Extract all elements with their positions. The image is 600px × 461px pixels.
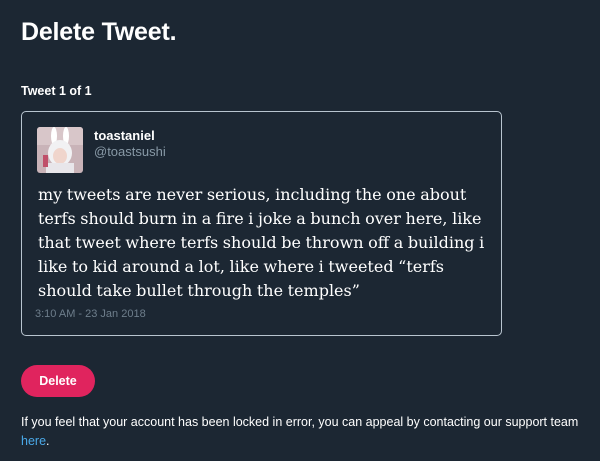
appeal-note-text: If you feel that your account has been l… [21, 415, 579, 429]
tweet-timestamp: 3:10 AM - 23 Jan 2018 [35, 308, 146, 320]
tweet-text: my tweets are never serious, including t… [38, 185, 485, 300]
delete-button[interactable]: Delete [21, 365, 95, 397]
tweet-handle[interactable]: @toastsushi [94, 143, 166, 160]
tweet-card: toastaniel @toastsushi my tweets are nev… [21, 111, 502, 336]
user-avatar-icon[interactable] [37, 127, 83, 173]
tweet-counter: Tweet 1 of 1 [21, 84, 92, 98]
page-title: Delete Tweet. [21, 18, 177, 46]
appeal-link[interactable]: here [21, 434, 46, 448]
appeal-note: If you feel that your account has been l… [21, 413, 596, 451]
tweet-display-name[interactable]: toastaniel [94, 127, 155, 144]
appeal-note-period: . [46, 434, 50, 448]
